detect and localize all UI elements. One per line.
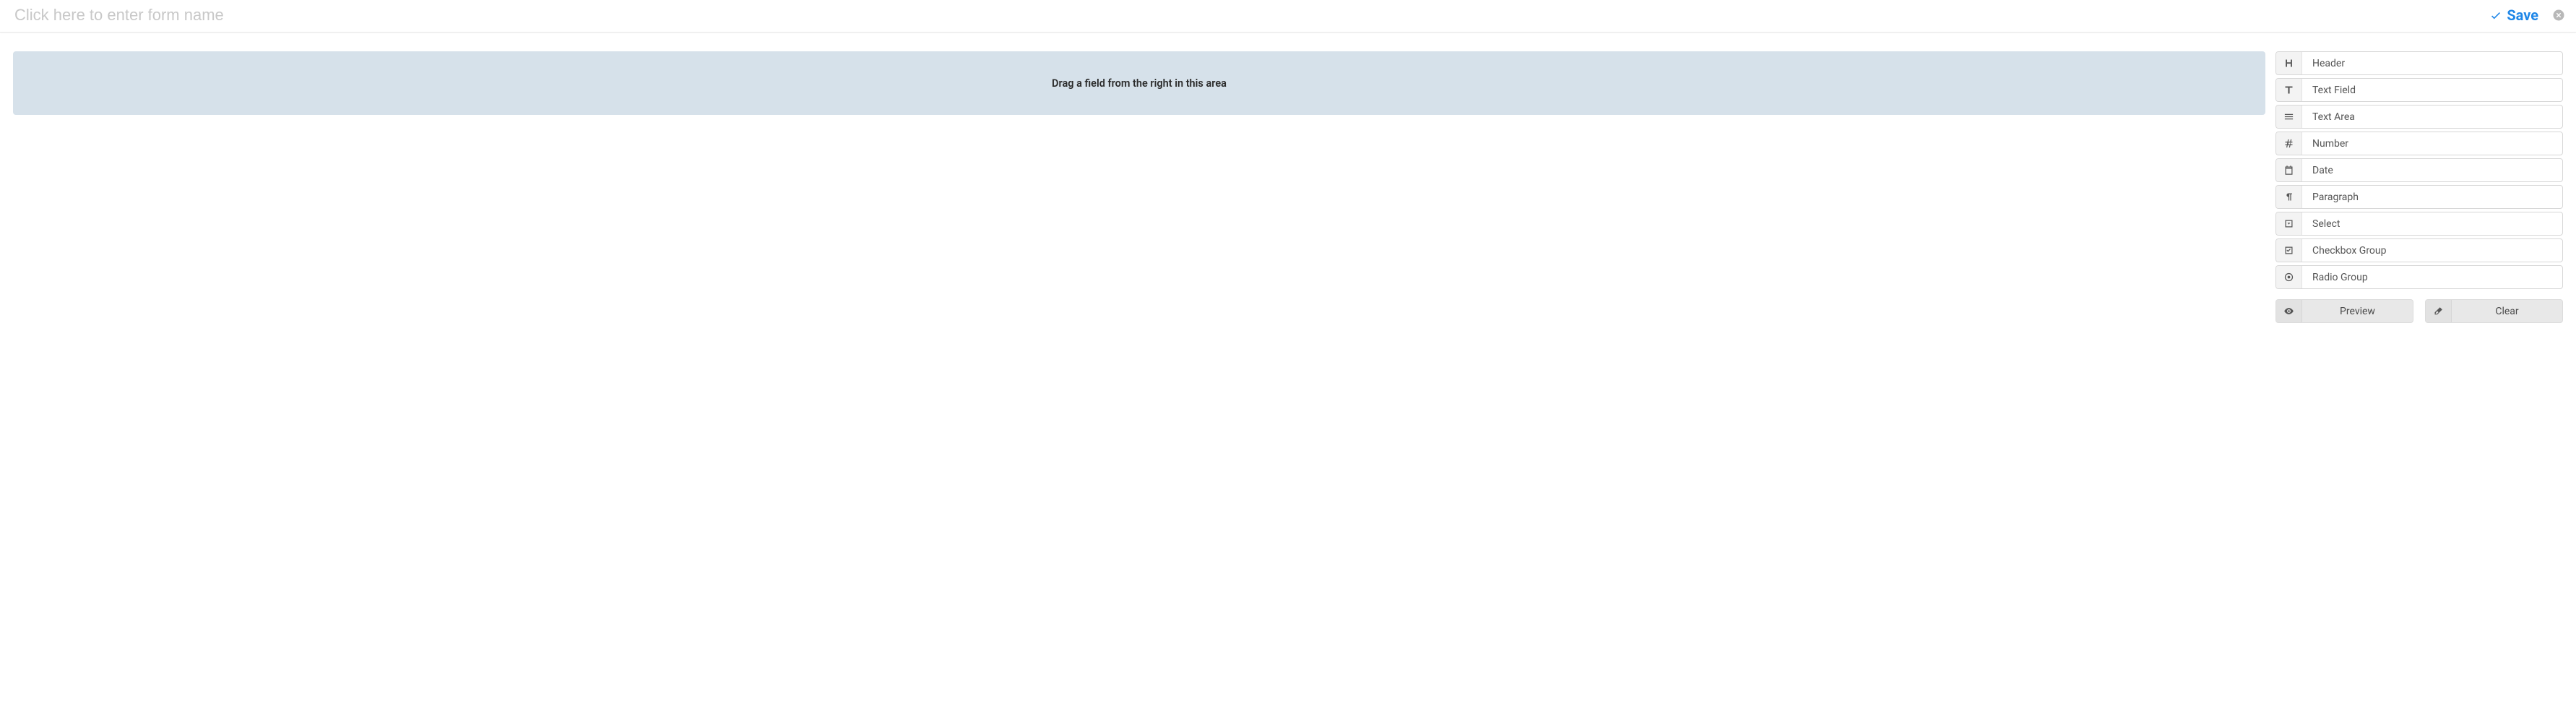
preview-button-label: Preview [2302,300,2413,322]
clear-button-label: Clear [2452,300,2562,322]
text-area-icon [2276,106,2302,128]
close-button[interactable] [2551,8,2566,22]
field-item-label: Header [2302,52,2355,74]
field-item-text-area[interactable]: Text Area [2275,105,2563,129]
clear-button[interactable]: Clear [2425,299,2563,323]
field-item-date[interactable]: Date [2275,158,2563,182]
radio-group-icon [2276,266,2302,288]
field-item-label: Date [2302,159,2343,181]
field-item-header[interactable]: Header [2275,51,2563,75]
field-item-label: Radio Group [2302,266,2378,288]
select-icon [2276,212,2302,235]
form-name-input[interactable] [14,6,2489,25]
check-icon [2489,9,2502,22]
form-canvas-dropzone[interactable]: Drag a field from the right in this area [13,51,2265,115]
field-item-label: Number [2302,132,2359,155]
palette-actions: Preview Clear [2275,299,2563,323]
field-item-label: Text Area [2302,106,2365,128]
field-item-label: Checkbox Group [2302,239,2397,262]
field-item-label: Select [2302,212,2350,235]
save-button-label: Save [2507,7,2538,24]
eraser-icon [2426,300,2452,322]
field-item-checkbox-group[interactable]: Checkbox Group [2275,238,2563,262]
field-item-label: Paragraph [2302,186,2369,208]
paragraph-icon [2276,186,2302,208]
close-icon [2552,9,2565,22]
field-item-paragraph[interactable]: Paragraph [2275,185,2563,209]
field-item-radio-group[interactable]: Radio Group [2275,265,2563,289]
preview-button[interactable]: Preview [2275,299,2413,323]
canvas-empty-hint: Drag a field from the right in this area [1052,77,1227,90]
field-palette: Header Text Field Text Area Number Date … [2275,51,2563,323]
number-icon [2276,132,2302,155]
builder-body: Drag a field from the right in this area… [0,33,2576,336]
date-icon [2276,159,2302,181]
save-button[interactable]: Save [2489,7,2538,24]
field-item-number[interactable]: Number [2275,132,2563,155]
header-icon [2276,52,2302,74]
field-item-select[interactable]: Select [2275,212,2563,236]
field-item-label: Text Field [2302,79,2366,101]
eye-icon [2276,300,2302,322]
topbar: Save [0,0,2576,33]
topbar-actions: Save [2489,7,2566,24]
checkbox-group-icon [2276,239,2302,262]
text-field-icon [2276,79,2302,101]
field-item-text-field[interactable]: Text Field [2275,78,2563,102]
